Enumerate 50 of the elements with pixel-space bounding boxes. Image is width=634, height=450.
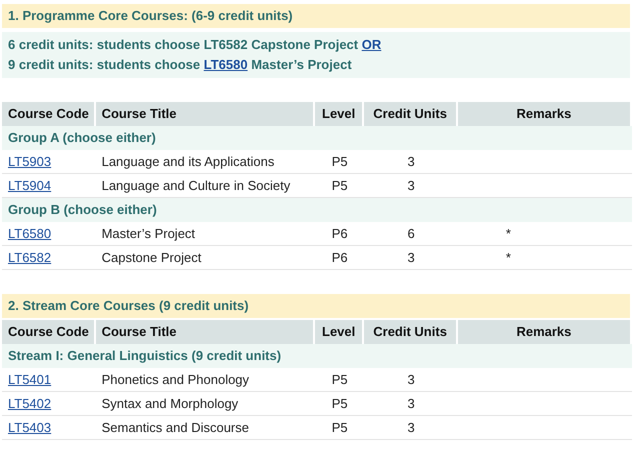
column-header: Course Code bbox=[2, 102, 96, 126]
course-level: P5 bbox=[332, 154, 348, 169]
group-header: Stream I: General Linguistics (9 credit units) bbox=[2, 344, 632, 368]
course-code-link[interactable]: LT6582 bbox=[8, 250, 52, 265]
credit-units: 3 bbox=[407, 396, 415, 411]
course-level: P5 bbox=[332, 396, 348, 411]
credit-units: 3 bbox=[407, 178, 415, 193]
credit-units: 3 bbox=[407, 154, 415, 169]
course-code-link[interactable]: LT6580 bbox=[8, 226, 52, 241]
group-header: Group B (choose either) bbox=[2, 198, 632, 222]
section-header: 2. Stream Core Courses (9 credit units) bbox=[2, 294, 630, 318]
credit-units: 3 bbox=[407, 250, 415, 265]
column-header: Remarks bbox=[458, 102, 632, 126]
note-text: 6 credit units: students choose LT6582 Capstone Project bbox=[8, 37, 360, 52]
note-link[interactable]: OR bbox=[362, 37, 382, 52]
course-code-link[interactable]: LT5401 bbox=[8, 372, 52, 387]
column-header: Level bbox=[314, 102, 364, 126]
remark-mark: * bbox=[506, 250, 511, 265]
course-title: Phonetics and Phonology bbox=[102, 372, 250, 387]
course-level: P5 bbox=[332, 178, 348, 193]
course-level: P6 bbox=[332, 250, 348, 265]
course-title: Language and Culture in Society bbox=[102, 178, 290, 193]
course-level: P6 bbox=[332, 226, 348, 241]
note-text: Master’s Project bbox=[250, 57, 352, 72]
course-code-link[interactable]: LT5403 bbox=[8, 420, 52, 435]
column-header: Level bbox=[314, 320, 364, 344]
column-header: Remarks bbox=[458, 320, 632, 344]
column-header: Credit Units bbox=[364, 102, 458, 126]
column-header: Credit Units bbox=[364, 320, 458, 344]
credit-units: 3 bbox=[407, 420, 415, 435]
course-title: Master’s Project bbox=[102, 226, 196, 241]
note-text: 9 credit units: students choose bbox=[8, 57, 202, 72]
course-title: Syntax and Morphology bbox=[102, 396, 238, 411]
remark-mark: * bbox=[506, 226, 511, 241]
credit-units: 3 bbox=[407, 372, 415, 387]
course-title: Capstone Project bbox=[102, 250, 202, 265]
course-code-link[interactable]: LT5402 bbox=[8, 396, 52, 411]
course-title: Language and its Applications bbox=[102, 154, 274, 169]
course-code-link[interactable]: LT5903 bbox=[8, 154, 52, 169]
note-link[interactable]: LT6580 bbox=[204, 57, 248, 72]
column-header: Course Code bbox=[2, 320, 96, 344]
credit-units: 6 bbox=[407, 226, 415, 241]
column-header: Course Title bbox=[96, 102, 315, 126]
course-title: Semantics and Discourse bbox=[102, 420, 249, 435]
column-header: Course Title bbox=[96, 320, 315, 344]
course-level: P5 bbox=[332, 372, 348, 387]
section-header: 1. Programme Core Courses: (6-9 credit units) bbox=[2, 4, 630, 28]
course-level: P5 bbox=[332, 420, 348, 435]
course-code-link[interactable]: LT5904 bbox=[8, 178, 52, 193]
group-header: Group A (choose either) bbox=[2, 126, 632, 150]
